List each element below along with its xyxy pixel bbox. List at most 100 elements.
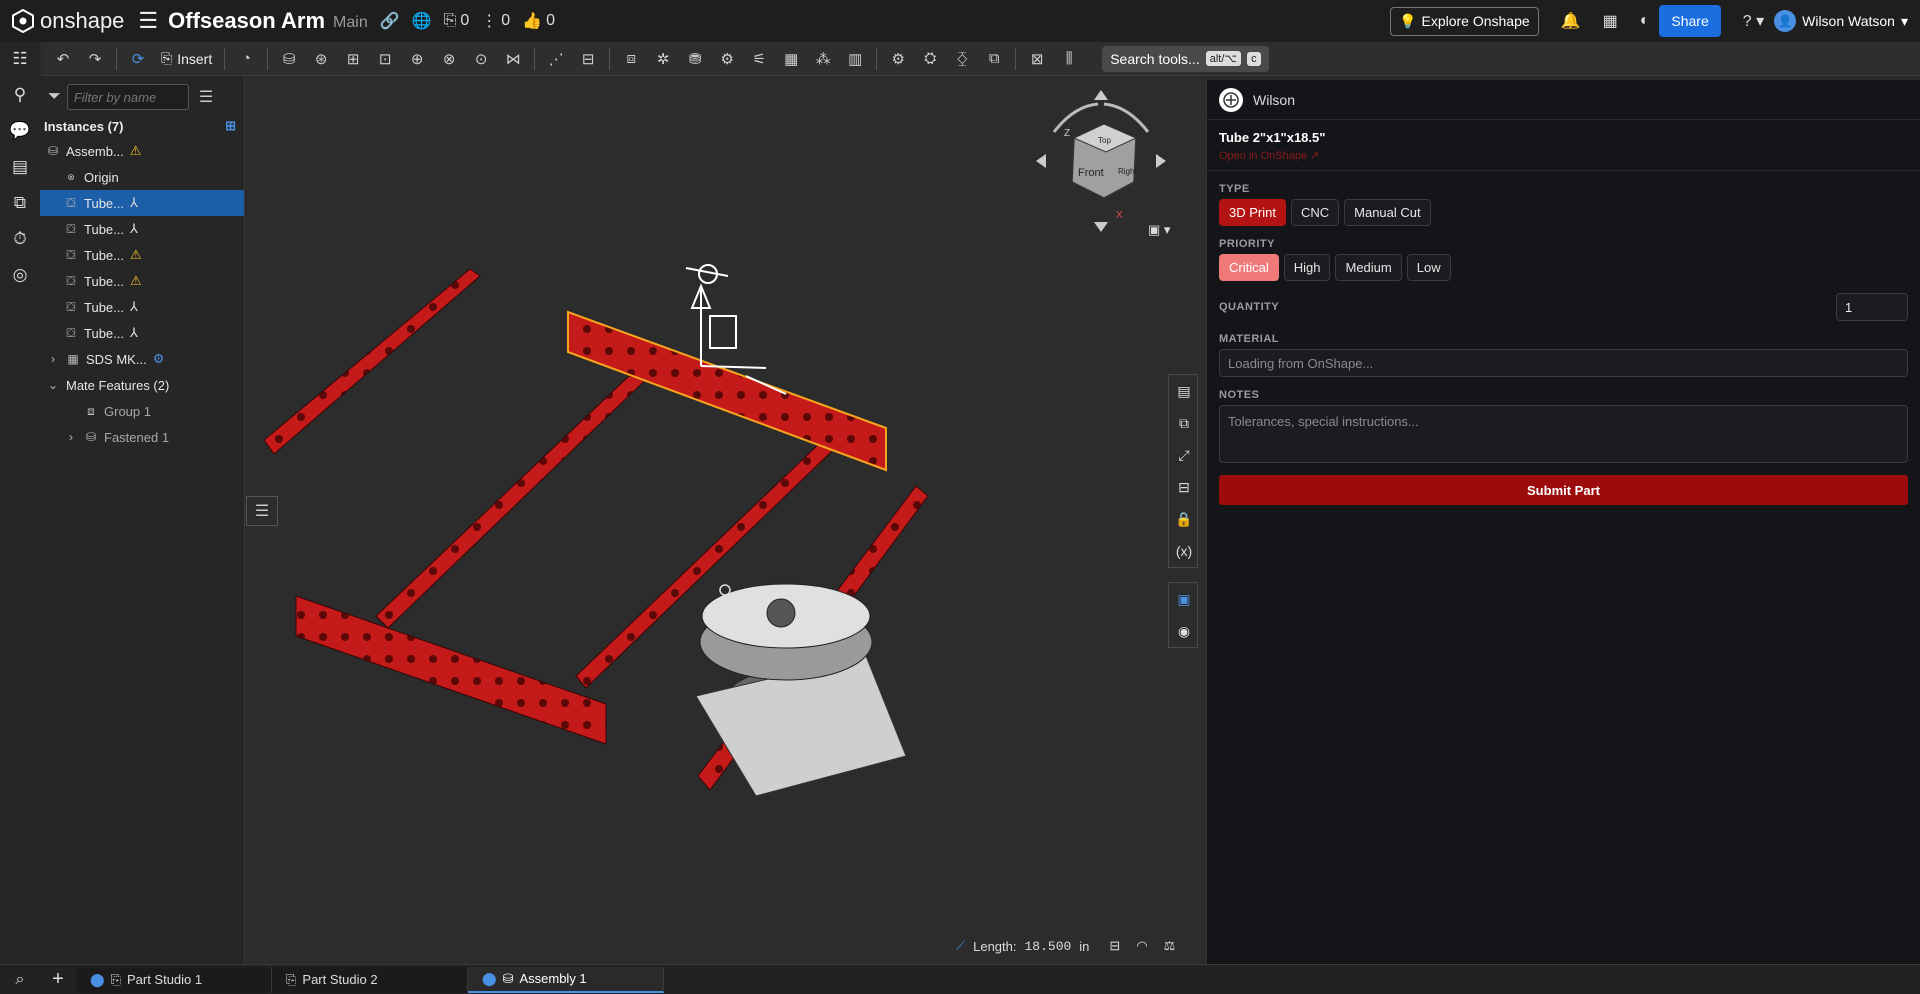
app-store-icon[interactable]: ▦ bbox=[1603, 11, 1618, 31]
group-icon[interactable]: ⧈ bbox=[616, 46, 646, 72]
linear-pattern-icon[interactable]: ▦ bbox=[776, 46, 806, 72]
tube-front[interactable] bbox=[295, 595, 607, 745]
graphics-viewport[interactable]: Front Top Right Z X ▣ ▾ ☰ ▤ ⧉ ⤢ ⊟ 🔒 (x) … bbox=[246, 76, 1202, 964]
tube-left-back[interactable] bbox=[263, 268, 481, 455]
user-menu[interactable]: 👤 Wilson Watson ▾ bbox=[1774, 10, 1908, 32]
filter-icon[interactable]: ⏷ bbox=[48, 88, 61, 106]
panel-toggle-icon[interactable]: ☰ bbox=[246, 496, 278, 526]
lock-icon[interactable]: 🔒 bbox=[1169, 503, 1199, 535]
tree-row-assembly[interactable]: ⛁ Assemb... ⚠ bbox=[40, 138, 244, 164]
filter-input[interactable] bbox=[66, 84, 189, 110]
properties-icon[interactable]: ▤ bbox=[1169, 375, 1199, 407]
tree-row-tube-5[interactable]: ⛋ Tube... ⅄ bbox=[40, 294, 244, 320]
app-panel-icon[interactable]: ▣ bbox=[1169, 583, 1199, 615]
globe-icon[interactable]: 🌐 bbox=[412, 11, 432, 31]
tree-row-tube-4[interactable]: ⛋ Tube... ⚠ bbox=[40, 268, 244, 294]
rotate-left-icon[interactable] bbox=[1036, 154, 1046, 168]
tree-row-tube-2[interactable]: ⛋ Tube... ⅄ bbox=[40, 216, 244, 242]
view-cube[interactable]: Front Top Right Z X bbox=[1026, 86, 1176, 236]
ball-mate-icon[interactable]: ⊙ bbox=[466, 46, 496, 72]
new-folder-icon[interactable]: ⊞ bbox=[225, 118, 236, 134]
app-extension-icon[interactable]: ◉ bbox=[1169, 615, 1199, 647]
mate-connector-icon[interactable]: ✲ bbox=[648, 46, 678, 72]
add-tab-icon[interactable]: + bbox=[40, 968, 76, 991]
view-options-icon[interactable]: ▣ ▾ bbox=[1148, 222, 1170, 238]
notifications-icon[interactable]: 🔔 bbox=[1561, 11, 1581, 31]
type-cnc-button[interactable]: CNC bbox=[1290, 199, 1340, 226]
tab-part-studio-2[interactable]: ⎘ Part Studio 2 bbox=[272, 966, 468, 993]
section-view-icon[interactable]: ◔ bbox=[231, 46, 261, 72]
chevron-right-icon[interactable]: › bbox=[46, 352, 60, 366]
material-input[interactable]: Loading from OnShape... bbox=[1219, 349, 1908, 377]
appearance-icon[interactable]: ⧉ bbox=[1169, 407, 1199, 439]
refresh-icon[interactable]: ⟳ bbox=[123, 46, 153, 72]
revolute-mate-icon[interactable]: ⊛ bbox=[306, 46, 336, 72]
priority-critical-button[interactable]: Critical bbox=[1219, 254, 1279, 281]
cylindrical-mate-icon[interactable]: ⊕ bbox=[402, 46, 432, 72]
explore-onshape-button[interactable]: 💡 Explore Onshape bbox=[1390, 6, 1539, 36]
insert-mate-icon[interactable]: ⚲ bbox=[8, 84, 32, 106]
versions-count[interactable]: ⋮ 0 bbox=[481, 11, 510, 31]
replicate-icon[interactable]: ▥ bbox=[840, 46, 870, 72]
planar-mate-icon[interactable]: ⊡ bbox=[370, 46, 400, 72]
mass-props-icon[interactable]: ⫼ bbox=[1054, 46, 1084, 72]
circular-pattern-icon[interactable]: ⁂ bbox=[808, 46, 838, 72]
list-view-icon[interactable]: ☰ bbox=[199, 87, 213, 107]
menu-icon[interactable]: ☰ bbox=[138, 8, 158, 34]
undo-icon[interactable]: ↶ bbox=[48, 46, 78, 72]
fastened-mate-icon[interactable]: ⛁ bbox=[274, 46, 304, 72]
bom-panel-icon[interactable]: ⊟ bbox=[1169, 471, 1199, 503]
insert-button[interactable]: ⎘ Insert bbox=[155, 50, 218, 67]
releases-count[interactable]: ⎘ 0 bbox=[444, 12, 470, 30]
rotate-down-icon[interactable] bbox=[1094, 222, 1108, 232]
tree-row-group-1[interactable]: ⧈ Group 1 bbox=[40, 398, 244, 424]
help-icon[interactable]: ? ▾ bbox=[1743, 11, 1764, 31]
pin-slot-mate-icon[interactable]: ⊗ bbox=[434, 46, 464, 72]
tube-middle[interactable] bbox=[375, 357, 661, 629]
search-tabs-icon[interactable]: ⌕ bbox=[0, 971, 40, 989]
search-tools-button[interactable]: Search tools... alt/⌥ c bbox=[1102, 45, 1269, 72]
bom-icon[interactable]: ▤ bbox=[8, 156, 32, 178]
redo-icon[interactable]: ↷ bbox=[80, 46, 110, 72]
priority-high-button[interactable]: High bbox=[1283, 254, 1331, 281]
type-manual-cut-button[interactable]: Manual Cut bbox=[1344, 199, 1431, 226]
parallel-mate-icon[interactable]: ⋈ bbox=[498, 46, 528, 72]
tree-row-tube-6[interactable]: ⛋ Tube... ⅄ bbox=[40, 320, 244, 346]
likes-count[interactable]: 👍 0 bbox=[522, 11, 555, 31]
gear-icon[interactable]: ⚙ bbox=[883, 46, 913, 72]
slider-mate-icon[interactable]: ⊞ bbox=[338, 46, 368, 72]
type-3d-print-button[interactable]: 3D Print bbox=[1219, 199, 1286, 226]
tangent-mate-icon[interactable]: ⋰ bbox=[541, 46, 571, 72]
priority-medium-button[interactable]: Medium bbox=[1335, 254, 1402, 281]
measure-icon[interactable]: ⊠ bbox=[1022, 46, 1052, 72]
named-positions-icon[interactable]: ⧉ bbox=[979, 46, 1009, 72]
open-in-onshape-link[interactable]: Open in OnShape ↗ bbox=[1219, 149, 1908, 162]
chevron-down-icon[interactable]: ⌄ bbox=[46, 378, 60, 392]
rack-pinion-icon[interactable]: ⚟ bbox=[744, 46, 774, 72]
angle-icon[interactable]: ◠ bbox=[1136, 938, 1147, 954]
ruler-icon[interactable]: ⊟ bbox=[1109, 938, 1120, 954]
gear-relation-icon[interactable]: ⚙ bbox=[712, 46, 742, 72]
variables-icon[interactable]: (x) bbox=[1169, 535, 1199, 567]
link-icon[interactable]: 🔗 bbox=[380, 11, 400, 31]
comments-icon[interactable]: 💬 bbox=[8, 120, 32, 142]
priority-low-button[interactable]: Low bbox=[1406, 254, 1451, 281]
tab-part-studio-1[interactable]: ⬤ ⎘ Part Studio 1 bbox=[76, 966, 272, 993]
chevron-right-icon[interactable]: › bbox=[64, 430, 78, 444]
share-button[interactable]: Share bbox=[1659, 5, 1721, 37]
tree-row-mate-features[interactable]: ⌄ Mate Features (2) bbox=[40, 372, 244, 398]
quantity-input[interactable]: 1 bbox=[1836, 293, 1908, 321]
history-icon[interactable]: ⏱ bbox=[8, 228, 32, 250]
configurations-icon[interactable]: ⧉ bbox=[8, 192, 32, 214]
analytics-icon[interactable]: ◎ bbox=[8, 264, 32, 286]
submit-part-button[interactable]: Submit Part bbox=[1219, 475, 1908, 505]
width-mate-icon[interactable]: ⊟ bbox=[573, 46, 603, 72]
onshape-logo[interactable]: onshape bbox=[12, 8, 124, 34]
learning-icon[interactable]: ◐ bbox=[1640, 12, 1650, 30]
notes-textarea[interactable]: Tolerances, special instructions... bbox=[1219, 405, 1908, 463]
settings-gear-icon[interactable]: ⛭ bbox=[915, 46, 945, 72]
feature-list-icon[interactable]: ☷ bbox=[8, 48, 32, 70]
tree-row-sds-module[interactable]: › ▦ SDS MK... ⚙ bbox=[40, 346, 244, 372]
tree-row-tube-1[interactable]: ⛋ Tube... ⅄ bbox=[40, 190, 244, 216]
branch-label[interactable]: Main bbox=[333, 14, 368, 32]
